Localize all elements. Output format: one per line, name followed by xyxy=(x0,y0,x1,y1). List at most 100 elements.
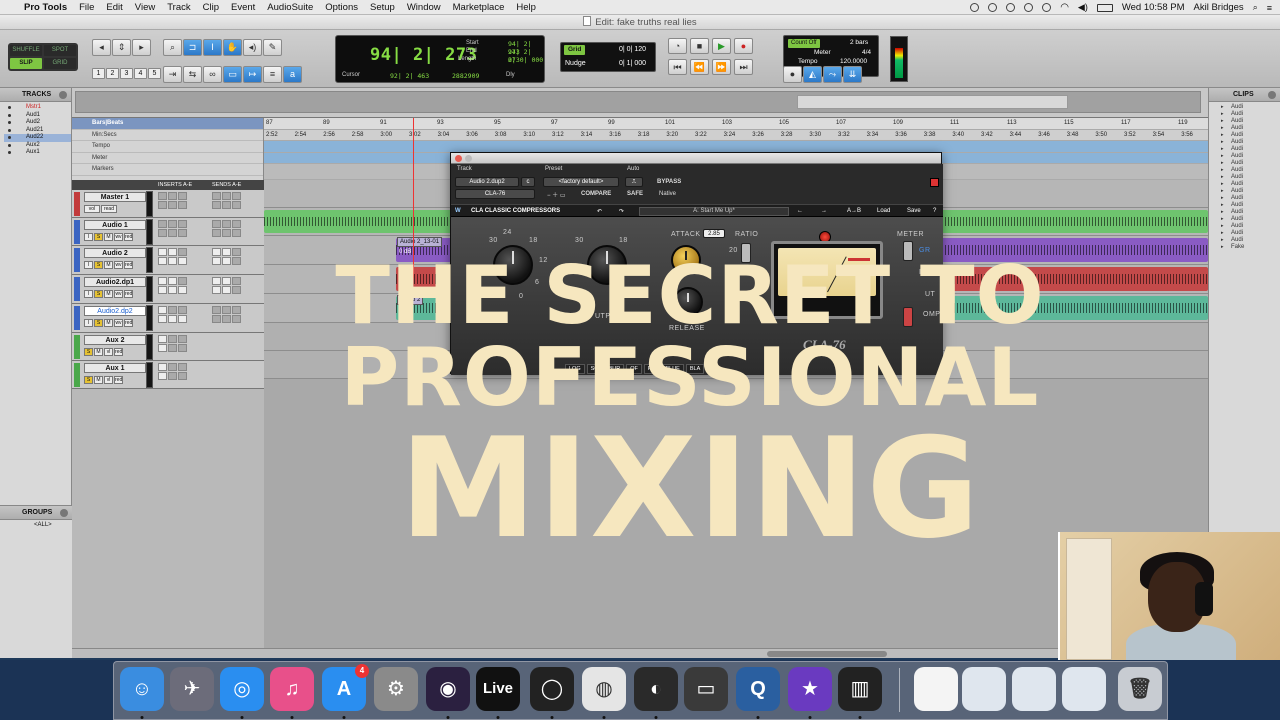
solo-button[interactable]: S xyxy=(84,376,93,384)
groups-menu-icon[interactable] xyxy=(60,509,68,517)
clip-list-item[interactable]: Audi xyxy=(1221,118,1280,125)
clip-list-item[interactable]: Audi xyxy=(1221,167,1280,174)
menu-window[interactable]: Window xyxy=(407,2,441,13)
plugin-bottom-button[interactable]: SO xyxy=(586,364,603,374)
battery-icon[interactable] xyxy=(1096,3,1113,12)
grid-toggle[interactable]: Grid xyxy=(564,45,586,55)
count-off-toggle[interactable]: Count Off xyxy=(788,39,820,48)
printer-icon[interactable]: ▭ xyxy=(684,667,728,711)
automation-mode[interactable]: red xyxy=(124,261,133,269)
track-view-selector[interactable]: wv xyxy=(114,319,123,327)
selector-tool-icon[interactable]: I xyxy=(203,39,222,56)
clips-menu-icon[interactable] xyxy=(1268,91,1276,99)
zoomer-tool-icon[interactable]: ⌕ xyxy=(163,39,182,56)
finder-icon[interactable]: ☺ xyxy=(120,667,164,711)
clip-name[interactable]: Audio 2_13-01 xyxy=(397,237,443,247)
track-header-audio2[interactable]: Audio 2 I S Mwv red xyxy=(72,246,264,275)
universe-overview[interactable] xyxy=(72,88,1208,118)
input-monitor-button[interactable]: I xyxy=(84,261,93,269)
safari-icon[interactable]: ◎ xyxy=(220,667,264,711)
norton-icon[interactable] xyxy=(988,3,998,12)
input-knob[interactable] xyxy=(493,245,533,285)
minsecs-ruler[interactable]: 2:52 2:54 2:56 2:58 3:00 3:02 3:04 3:06 3:08 3:10… xyxy=(264,130,1208,141)
volume-icon[interactable]: ◀) xyxy=(1078,2,1088,13)
group-all[interactable]: <ALL> xyxy=(0,520,72,528)
mode-grid[interactable]: GRID xyxy=(44,58,76,69)
clip-list-item[interactable]: Audi xyxy=(1221,146,1280,153)
track-name[interactable]: Master 1 xyxy=(84,192,146,202)
track-name-selected[interactable]: Audio2.dp2 xyxy=(84,306,146,316)
zoom-preset-4[interactable]: 4 xyxy=(134,68,147,79)
tempo-value[interactable]: 120.0000 xyxy=(840,58,867,65)
minimize-icon[interactable] xyxy=(465,155,472,162)
auto-button[interactable]: ⎍ xyxy=(625,177,643,187)
launchpad-icon[interactable]: ✈ xyxy=(170,667,214,711)
sends-column-header[interactable]: SENDS A-E xyxy=(212,182,241,188)
preset-name-field[interactable]: A: Start Me Up* xyxy=(639,207,789,216)
groups-panel-header[interactable]: GROUPS xyxy=(0,506,72,520)
ruler-label-meter[interactable]: Meter xyxy=(72,153,263,164)
plugin-close-icon[interactable] xyxy=(930,178,939,187)
ruler-label-markers[interactable]: Markers xyxy=(72,164,263,176)
track-header-master[interactable]: Master 1 vol read xyxy=(72,190,264,218)
wait-for-note-icon[interactable]: ● xyxy=(783,66,802,83)
mute-button[interactable]: M xyxy=(104,261,113,269)
plugin-bottom-button[interactable]: LOG xyxy=(565,364,585,374)
rewind-icon[interactable]: ⏪ xyxy=(690,59,709,75)
obs-icon[interactable]: ◯ xyxy=(530,667,574,711)
creative-cloud-icon[interactable] xyxy=(1006,3,1016,12)
automation-mode[interactable]: red xyxy=(124,319,133,327)
midi-merge-icon[interactable]: ⇊ xyxy=(843,66,862,83)
meter-gr-option[interactable]: GR xyxy=(919,247,931,254)
screenshot-icon-3[interactable] xyxy=(1062,667,1106,711)
zoom-preset-1[interactable]: 1 xyxy=(92,68,105,79)
zoom-out-icon[interactable]: ◂ xyxy=(92,39,111,56)
tracks-menu-icon[interactable] xyxy=(59,91,67,99)
airplay-icon[interactable] xyxy=(1024,3,1034,12)
menu-options[interactable]: Options xyxy=(325,2,358,13)
input-monitor-button[interactable]: I xyxy=(84,233,93,241)
solo-button[interactable]: S xyxy=(94,233,103,241)
pencil-tool-icon[interactable]: ✎ xyxy=(263,39,282,56)
screenshot-icon-2[interactable] xyxy=(1012,667,1056,711)
track-header-audio2-dup2[interactable]: Audio2.dp2 I S Mwv red xyxy=(72,304,264,333)
plugin-titlebar[interactable] xyxy=(451,153,941,164)
menu-app-name[interactable]: Pro Tools xyxy=(24,2,67,13)
scrubber-tool-icon[interactable]: ◂) xyxy=(243,39,262,56)
main-counter[interactable]: 94| 2| 273 Start 94| 2| 273 End 94| 2| 2… xyxy=(335,35,545,83)
menu-view[interactable]: View xyxy=(135,2,155,13)
zoom-preset-2[interactable]: 2 xyxy=(106,68,119,79)
menu-clip[interactable]: Clip xyxy=(203,2,219,13)
track-view-selector[interactable]: vl xyxy=(104,376,113,384)
document-icon[interactable] xyxy=(914,667,958,711)
menu-file[interactable]: File xyxy=(79,2,94,13)
track-view-selector[interactable]: wv xyxy=(114,233,123,241)
save-button[interactable]: Save xyxy=(907,208,921,214)
piano-icon[interactable]: ▥ xyxy=(838,667,882,711)
clip-list-item[interactable]: Audi xyxy=(1221,237,1280,244)
ab-compare-icon[interactable]: A→B xyxy=(847,208,861,214)
return-to-zero-icon[interactable]: ⏮ xyxy=(668,59,687,75)
menu-help[interactable]: Help xyxy=(516,2,536,13)
clip-gain[interactable]: +0.1 xyxy=(397,275,413,283)
system-preferences-icon[interactable]: ⚙ xyxy=(374,667,418,711)
ruler-label-minsecs[interactable]: Min:Secs xyxy=(72,130,263,141)
clip-list-item[interactable]: Audi xyxy=(1221,160,1280,167)
play-icon[interactable]: ▶ xyxy=(712,38,731,54)
clip-list-item[interactable]: Audi xyxy=(1221,104,1280,111)
tracks-panel-header[interactable]: TRACKS xyxy=(0,88,71,102)
spotlight-icon[interactable]: ⌕ xyxy=(1253,2,1258,13)
plugin-bottom-button[interactable]: BLUE xyxy=(661,364,684,374)
track-selector[interactable]: Audio 2.dup2 xyxy=(455,177,519,187)
nudge-value[interactable]: 0| 1| 000 xyxy=(619,60,646,67)
track-name[interactable]: Audio 1 xyxy=(84,220,146,230)
link-track-icon[interactable]: ∞ xyxy=(203,66,222,83)
track-header-audio2-dup1[interactable]: Audio2.dp1 I S Mwv red xyxy=(72,275,264,304)
screenshot-icon[interactable] xyxy=(962,667,1006,711)
go-to-end-icon[interactable]: ⏭ xyxy=(734,59,753,75)
meter-switch[interactable] xyxy=(903,241,913,261)
solo-button[interactable]: S xyxy=(94,290,103,298)
load-button[interactable]: Load xyxy=(877,208,890,214)
audio-zoom-icon[interactable]: ⇕ xyxy=(112,39,131,56)
online-icon[interactable]: ◔ xyxy=(668,38,687,54)
